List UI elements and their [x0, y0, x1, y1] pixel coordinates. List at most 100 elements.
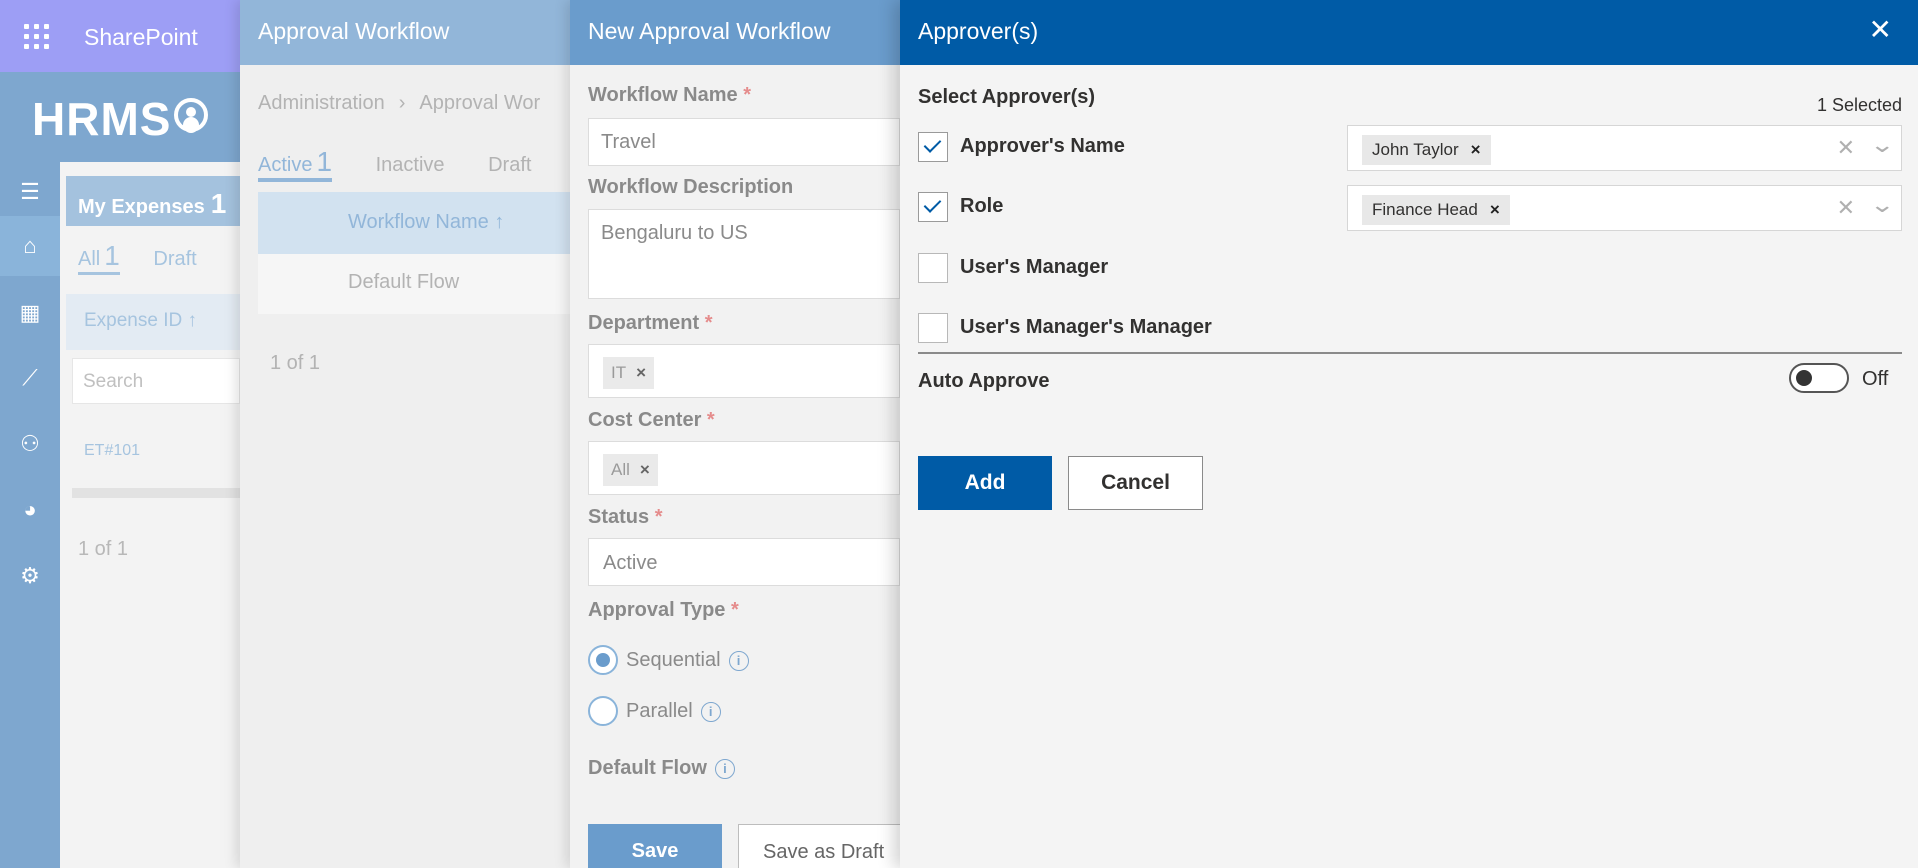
- workflow-pager: 1 of 1: [270, 352, 321, 374]
- approvers-name-picker[interactable]: John Taylor × ✕ ⌄: [1347, 125, 1902, 171]
- my-expenses-count: 1: [210, 188, 227, 219]
- default-flow-label-text: Default Flow: [588, 757, 707, 779]
- remove-tag-icon[interactable]: ×: [636, 363, 646, 382]
- default-flow-label: Default Flow i: [588, 757, 735, 780]
- workflow-name-column-header[interactable]: Workflow Name ↑: [258, 192, 570, 254]
- status-label-text: Status: [588, 506, 650, 528]
- workflow-tabs: Active 1 Inactive Draft: [258, 146, 531, 182]
- department-label: Department *: [588, 312, 713, 335]
- left-navigation-rail: ☰ ⌂ ▦ ⟋ ⚇ ◕ ⚙: [0, 162, 60, 868]
- expense-search-input[interactable]: Search: [72, 358, 240, 404]
- approver-tag-text: John Taylor: [1372, 140, 1459, 159]
- remove-tag-icon[interactable]: ×: [640, 460, 650, 479]
- cancel-button[interactable]: Cancel: [1068, 456, 1203, 510]
- workflow-name-field[interactable]: Travel: [588, 118, 900, 166]
- parallel-label-text: Parallel: [626, 700, 693, 722]
- cost-center-label-text: Cost Center: [588, 409, 702, 431]
- table-row[interactable]: ET#101: [84, 442, 140, 460]
- tab-all[interactable]: All 1: [78, 240, 120, 275]
- home-icon[interactable]: ⌂: [0, 216, 60, 276]
- department-picker[interactable]: IT ×: [588, 344, 900, 398]
- department-tag-text: IT: [611, 363, 627, 382]
- users-manager-checkbox[interactable]: [918, 253, 948, 283]
- role-label: Role: [960, 195, 1004, 217]
- selected-count: 1 Selected: [1816, 95, 1902, 115]
- user-circle-icon: [174, 98, 208, 132]
- breadcrumb-approval-workflow[interactable]: Approval Wor: [419, 92, 540, 114]
- tab-active[interactable]: Active 1: [258, 146, 333, 182]
- tab-all-count: 1: [104, 240, 120, 271]
- auto-approve-label: Auto Approve: [918, 370, 1050, 392]
- approvers-name-checkbox[interactable]: [918, 132, 948, 162]
- tab-inactive[interactable]: Inactive: [376, 154, 445, 176]
- approval-type-label: Approval Type *: [588, 599, 739, 622]
- info-icon[interactable]: i: [714, 758, 735, 779]
- users-managers-manager-checkbox[interactable]: [918, 313, 948, 343]
- tab-active-count: 1: [316, 146, 333, 177]
- breadcrumb-administration[interactable]: Administration: [258, 92, 385, 114]
- approvers-title: Approver(s): [918, 18, 1039, 44]
- tab-draft[interactable]: Draft: [153, 248, 196, 270]
- department-label-text: Department: [588, 312, 700, 334]
- clear-icon[interactable]: ✕: [1837, 195, 1855, 221]
- approval-workflow-header: Approval Workflow: [240, 0, 570, 65]
- save-button[interactable]: Save: [588, 824, 722, 868]
- parallel-label[interactable]: Parallel i: [626, 700, 721, 723]
- remove-tag-icon[interactable]: ×: [1471, 140, 1481, 159]
- cost-center-picker[interactable]: All ×: [588, 441, 900, 495]
- status-dropdown[interactable]: Active: [588, 538, 900, 586]
- approvers-name-label: Approver's Name: [960, 135, 1125, 157]
- hamburger-menu-icon[interactable]: ☰: [0, 162, 60, 222]
- approvers-header: Approver(s) ✕: [900, 0, 1918, 65]
- radio-sequential[interactable]: [588, 645, 618, 675]
- chevron-down-icon[interactable]: ⌄: [1869, 192, 1895, 218]
- chevron-down-icon[interactable]: ⌄: [1869, 132, 1895, 158]
- waffle-icon[interactable]: [24, 24, 50, 50]
- info-icon[interactable]: i: [728, 650, 749, 671]
- users-manager-label: User's Manager: [960, 256, 1109, 278]
- user-settings-icon[interactable]: ⚇: [0, 414, 60, 474]
- cost-center-tag-text: All: [611, 460, 630, 479]
- workflow-description-field[interactable]: Bengaluru to US: [588, 209, 900, 299]
- close-icon[interactable]: ✕: [1869, 16, 1892, 44]
- hrms-logo[interactable]: HRMS: [32, 92, 171, 146]
- workflow-name-label-text: Workflow Name: [588, 84, 738, 106]
- my-expenses-header: My Expenses 1: [66, 176, 240, 226]
- sequential-label[interactable]: Sequential i: [626, 649, 749, 672]
- role-checkbox[interactable]: [918, 192, 948, 222]
- cost-center-tag: All ×: [603, 454, 658, 486]
- my-expenses-tabs: All 1 Draft: [78, 240, 197, 275]
- required-marker: *: [654, 506, 663, 528]
- role-tag: Finance Head ×: [1362, 195, 1510, 225]
- add-button[interactable]: Add: [918, 456, 1052, 510]
- my-expenses-area: My Expenses 1 All 1 Draft Expense ID ↑ Sea…: [60, 162, 240, 868]
- workflow-name-label: Workflow Name *: [588, 84, 751, 107]
- info-icon[interactable]: i: [700, 701, 721, 722]
- breadcrumb: Administration › Approval Wor: [258, 92, 540, 115]
- save-as-draft-button[interactable]: Save as Draft: [738, 824, 918, 868]
- palette-icon[interactable]: ◕: [0, 480, 60, 540]
- clear-icon[interactable]: ✕: [1837, 135, 1855, 161]
- users-managers-manager-row: User's Manager's Manager: [918, 313, 1318, 345]
- auto-approve-state: Off: [1862, 368, 1889, 390]
- role-picker[interactable]: Finance Head × ✕ ⌄: [1347, 185, 1902, 231]
- department-tag: IT ×: [603, 357, 655, 389]
- suite-bar: SharePoint: [0, 0, 240, 72]
- horizontal-scrollbar[interactable]: [72, 488, 240, 498]
- bar-chart-icon[interactable]: ▦: [0, 283, 60, 343]
- gear-icon[interactable]: ⚙: [0, 546, 60, 606]
- sequential-label-text: Sequential: [626, 649, 721, 671]
- expense-id-column-header[interactable]: Expense ID ↑: [66, 294, 240, 350]
- table-row[interactable]: Default Flow: [258, 254, 570, 314]
- line-chart-icon[interactable]: ⟋: [0, 348, 60, 408]
- role-tag-text: Finance Head: [1372, 200, 1478, 219]
- approval-workflow-panel: Approval Workflow Administration › Approva…: [240, 0, 570, 868]
- cost-center-label: Cost Center *: [588, 409, 715, 432]
- radio-parallel[interactable]: [588, 696, 618, 726]
- role-row: Role: [918, 192, 1318, 224]
- auto-approve-toggle[interactable]: [1789, 363, 1849, 393]
- tab-draft[interactable]: Draft: [488, 154, 531, 176]
- workflow-description-label: Workflow Description: [588, 176, 794, 198]
- remove-tag-icon[interactable]: ×: [1490, 200, 1500, 219]
- sharepoint-title[interactable]: SharePoint: [84, 24, 198, 51]
